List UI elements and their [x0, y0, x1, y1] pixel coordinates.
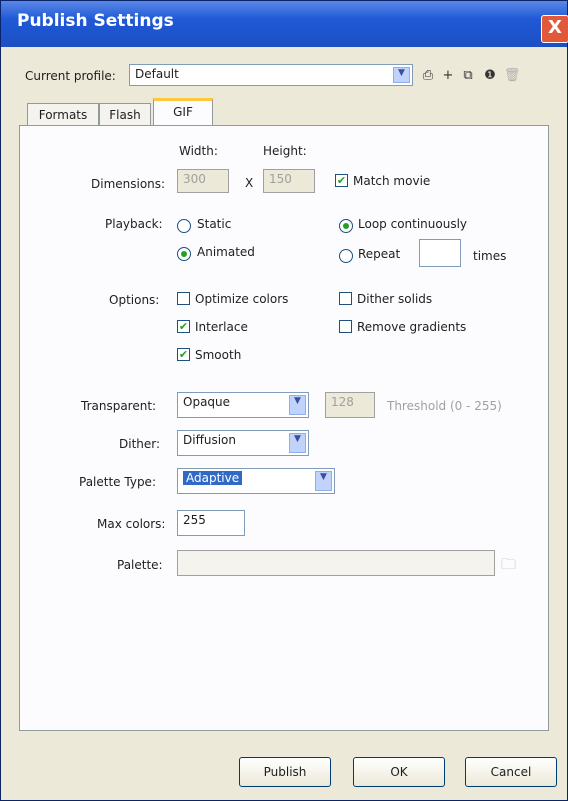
loop-continuously-label: Loop continuously [358, 217, 468, 231]
dither-label: Dither: [119, 437, 161, 451]
transparent-value: Opaque [183, 395, 231, 409]
tab-formats[interactable]: Formats [27, 103, 99, 127]
publish-button[interactable]: Publish [239, 757, 331, 787]
cancel-button[interactable]: Cancel [465, 757, 557, 787]
transparent-select[interactable]: Opaque ▼ [177, 392, 309, 418]
max-colors-label: Max colors: [97, 517, 166, 531]
dimension-separator: X [245, 176, 254, 190]
chevron-down-icon: ▼ [315, 471, 332, 491]
width-value: 300 [183, 172, 206, 186]
max-colors-value: 255 [183, 513, 206, 527]
transparent-label: Transparent: [81, 399, 157, 413]
palette-input[interactable] [177, 550, 495, 576]
match-movie-label: Match movie [353, 174, 431, 188]
repeat-times-input[interactable] [419, 239, 461, 267]
repeat-label: Repeat [358, 247, 401, 261]
width-input[interactable]: 300 [177, 169, 229, 193]
threshold-value: 128 [331, 395, 354, 409]
interlace-checkbox[interactable]: ✔ [177, 320, 190, 333]
chevron-down-icon: ▼ [393, 67, 410, 83]
width-label: Width: [179, 144, 218, 158]
playback-label: Playback: [105, 217, 163, 231]
duplicate-profile-icon[interactable]: ⧉ [459, 67, 477, 85]
current-profile-label: Current profile: [25, 69, 116, 83]
static-label: Static [197, 217, 232, 231]
smooth-label: Smooth [195, 348, 242, 362]
animated-label: Animated [197, 245, 255, 259]
tab-flash-label: Flash [109, 108, 141, 122]
tab-formats-label: Formats [38, 108, 88, 122]
static-radio[interactable] [177, 219, 191, 233]
max-colors-input[interactable]: 255 [177, 510, 245, 536]
chevron-down-icon: ▼ [289, 395, 306, 415]
options-label: Options: [109, 293, 160, 307]
ok-button[interactable]: OK [353, 757, 445, 787]
height-input[interactable]: 150 [263, 169, 315, 193]
dither-solids-checkbox[interactable] [339, 292, 352, 305]
palette-type-select[interactable]: Adaptive ▼ [177, 468, 335, 494]
animated-radio[interactable] [177, 247, 191, 261]
smooth-checkbox[interactable]: ✔ [177, 348, 190, 361]
publish-settings-dialog: Publish Settings X Current profile: Defa… [0, 0, 568, 801]
height-value: 150 [269, 172, 292, 186]
dither-select[interactable]: Diffusion ▼ [177, 430, 309, 456]
remove-gradients-label: Remove gradients [357, 320, 467, 334]
palette-type-label: Palette Type: [79, 475, 156, 489]
info-icon[interactable]: ❶ [481, 67, 499, 85]
interlace-label: Interlace [195, 320, 248, 334]
palette-type-value: Adaptive [183, 471, 243, 485]
cancel-button-label: Cancel [490, 765, 532, 779]
close-icon: X [548, 17, 562, 38]
optimize-colors-label: Optimize colors [195, 292, 289, 306]
ok-button-label: OK [390, 765, 408, 779]
times-label: times [473, 249, 507, 263]
gif-settings-panel [19, 125, 549, 731]
repeat-radio[interactable] [339, 249, 353, 263]
current-profile-select[interactable]: Default ▼ [129, 64, 413, 86]
threshold-label: Threshold (0 - 255) [387, 399, 502, 413]
optimize-colors-checkbox[interactable] [177, 292, 190, 305]
palette-label: Palette: [117, 558, 163, 572]
dialog-title: Publish Settings [17, 11, 174, 31]
import-export-icon[interactable]: ⎙ [419, 67, 437, 85]
delete-profile-icon[interactable]: 🗑 [503, 67, 521, 85]
publish-button-label: Publish [263, 765, 307, 779]
height-label: Height: [263, 144, 307, 158]
dimensions-label: Dimensions: [91, 177, 166, 191]
dither-solids-label: Dither solids [357, 292, 433, 306]
current-profile-value: Default [135, 67, 179, 81]
add-profile-icon[interactable]: + [439, 67, 457, 85]
match-movie-checkbox[interactable]: ✔ [335, 174, 348, 187]
title-bar[interactable]: Publish Settings X [1, 1, 568, 47]
folder-icon[interactable]: 🗀 [501, 554, 516, 579]
tab-gif-label: GIF [173, 105, 193, 119]
dither-value: Diffusion [183, 433, 236, 447]
tab-gif[interactable]: GIF [153, 98, 213, 126]
remove-gradients-checkbox[interactable] [339, 320, 352, 333]
close-button[interactable]: X [541, 15, 568, 43]
tab-flash[interactable]: Flash [99, 103, 151, 127]
chevron-down-icon: ▼ [289, 433, 306, 453]
loop-continuously-radio[interactable] [339, 219, 353, 233]
threshold-input[interactable]: 128 [325, 392, 375, 418]
